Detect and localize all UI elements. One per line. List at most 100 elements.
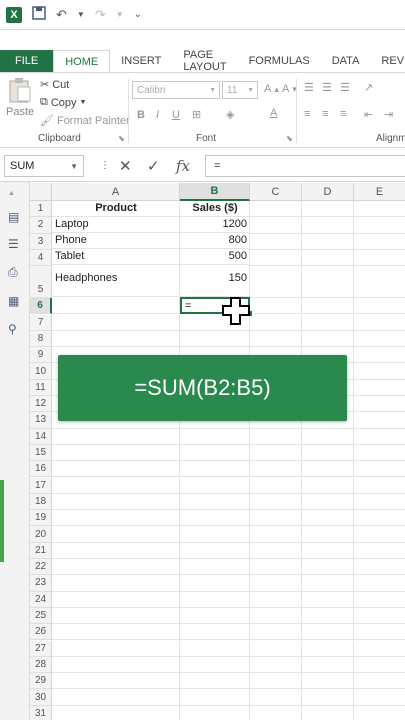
empty-cell[interactable] [354,526,405,543]
empty-cell[interactable] [180,624,250,641]
empty-cell[interactable] [302,510,354,527]
empty-cell[interactable] [250,656,302,674]
empty-cell[interactable] [52,510,180,527]
empty-cell[interactable] [180,526,250,543]
empty-cell[interactable] [250,477,302,494]
empty-cell[interactable] [354,559,405,576]
column-header-e[interactable]: E [354,183,405,201]
empty-cell[interactable] [302,640,354,657]
fill-color-icon[interactable]: ◈ [226,108,234,121]
row-header-15[interactable]: 15 [30,444,52,462]
empty-cell[interactable] [180,591,250,608]
cut-button[interactable]: ✂ Cut [40,78,69,92]
empty-cell[interactable] [354,331,405,348]
empty-cell[interactable] [354,396,405,413]
empty-cell[interactable] [302,314,354,331]
row-header-23[interactable]: 23 [30,575,52,592]
orientation-icon[interactable]: ↗ [364,81,373,94]
empty-cell[interactable] [354,445,405,462]
empty-cell[interactable] [180,330,250,348]
empty-cell[interactable] [354,380,405,396]
empty-cell[interactable] [52,428,180,445]
empty-cell[interactable] [354,608,405,625]
empty-cell[interactable] [180,510,250,527]
dialog-launcher-icon[interactable]: ⬊ [118,134,125,143]
empty-cell[interactable] [302,689,354,706]
column-header-a[interactable]: A [52,183,180,201]
empty-cell[interactable] [52,444,180,462]
row-header-21[interactable]: 21 [30,542,52,559]
empty-cell[interactable] [302,673,354,690]
cell-b1[interactable]: Sales ($) [180,201,250,217]
empty-cell[interactable] [354,624,405,641]
empty-cell[interactable] [52,673,180,690]
empty-cell[interactable] [354,266,405,299]
empty-cell[interactable] [250,510,302,527]
empty-cell[interactable] [354,641,405,657]
row-header-14[interactable]: 14 [30,428,52,445]
empty-cell[interactable] [250,428,302,445]
empty-cell[interactable] [250,233,302,250]
empty-cell[interactable] [302,477,354,494]
empty-cell[interactable] [302,705,354,720]
empty-cell[interactable] [354,201,405,218]
tab-file[interactable]: FILE [0,50,54,72]
print-icon[interactable]: ⎙ [8,265,18,280]
empty-cell[interactable] [180,542,250,559]
column-header-d[interactable]: D [302,183,354,201]
empty-cell[interactable] [354,478,405,494]
empty-cell[interactable] [354,543,405,559]
row-header-6[interactable]: 6 [30,298,52,315]
cell-b5[interactable]: 150 [180,265,250,297]
empty-cell[interactable] [52,298,180,315]
row-header-22[interactable]: 22 [30,559,52,576]
row-header-4[interactable]: 4 [30,249,52,267]
empty-cell[interactable] [354,592,405,608]
empty-cell[interactable] [354,510,405,527]
row-header-12[interactable]: 12 [30,396,52,413]
empty-cell[interactable] [250,542,302,559]
empty-cell[interactable] [250,673,302,690]
empty-cell[interactable] [250,493,302,511]
chevron-down-icon[interactable]: ▼ [116,10,124,19]
table-icon[interactable]: ▦ [8,294,19,308]
empty-cell[interactable] [250,330,302,348]
bold-icon[interactable]: B [137,109,145,121]
empty-cell[interactable] [250,526,302,543]
empty-cell[interactable] [180,428,250,445]
row-header-2[interactable]: 2 [30,217,52,234]
empty-cell[interactable] [302,575,354,592]
empty-cell[interactable] [302,624,354,641]
row-header-17[interactable]: 17 [30,477,52,494]
collapse-icon[interactable]: ▲ [8,190,15,197]
empty-cell[interactable] [250,705,302,720]
font-color-icon[interactable]: A [270,107,277,119]
tab-formulas[interactable]: FORMULAS [238,50,321,72]
font-name-select[interactable]: Calibri ▼ [132,81,220,99]
empty-cell[interactable] [302,217,354,234]
tab-review[interactable]: REVIEW [370,50,405,72]
format-painter-button[interactable]: 🖌 Format Painter [40,114,130,128]
row-header-27[interactable]: 27 [30,640,52,657]
save-icon[interactable] [32,6,46,23]
empty-cell[interactable] [302,607,354,625]
row-header-25[interactable]: 25 [30,607,52,625]
column-header-c[interactable]: C [250,183,302,201]
more-options-icon[interactable]: ⋮ [100,160,110,171]
empty-cell[interactable] [250,624,302,641]
empty-cell[interactable] [354,575,405,592]
empty-cell[interactable] [180,461,250,478]
cell-a4[interactable]: Tablet [52,249,180,265]
tab-insert[interactable]: INSERT [110,50,172,72]
row-header-7[interactable]: 7 [30,314,52,331]
align-left-icon[interactable]: ≡ [304,108,310,120]
empty-cell[interactable] [302,493,354,511]
undo-icon[interactable]: ↶ [56,7,67,23]
empty-cell[interactable] [52,461,180,478]
row-header-28[interactable]: 28 [30,656,52,674]
row-header-3[interactable]: 3 [30,233,52,250]
empty-cell[interactable] [52,330,180,348]
empty-cell[interactable] [354,347,405,364]
list-icon[interactable]: ☰ [8,237,19,251]
form-icon[interactable]: ▤ [8,210,19,224]
